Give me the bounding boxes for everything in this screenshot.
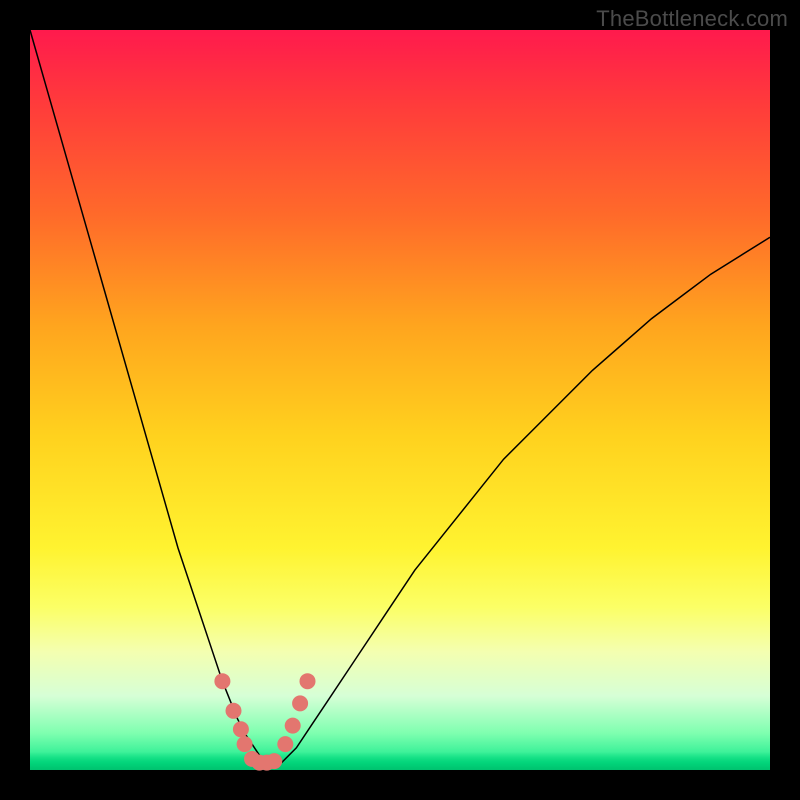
chart-frame: TheBottleneck.com [0,0,800,800]
marker-dot [292,695,308,711]
watermark-text: TheBottleneck.com [596,6,788,32]
marker-dot [214,673,230,689]
marker-dot [237,736,253,752]
marker-dot [285,718,301,734]
bottleneck-curve [30,30,770,766]
marker-dot [277,736,293,752]
marker-dot [226,703,242,719]
valley-markers [214,673,315,770]
marker-dot [233,721,249,737]
marker-dot [266,753,282,769]
marker-dot [300,673,316,689]
curve-layer [30,30,770,770]
